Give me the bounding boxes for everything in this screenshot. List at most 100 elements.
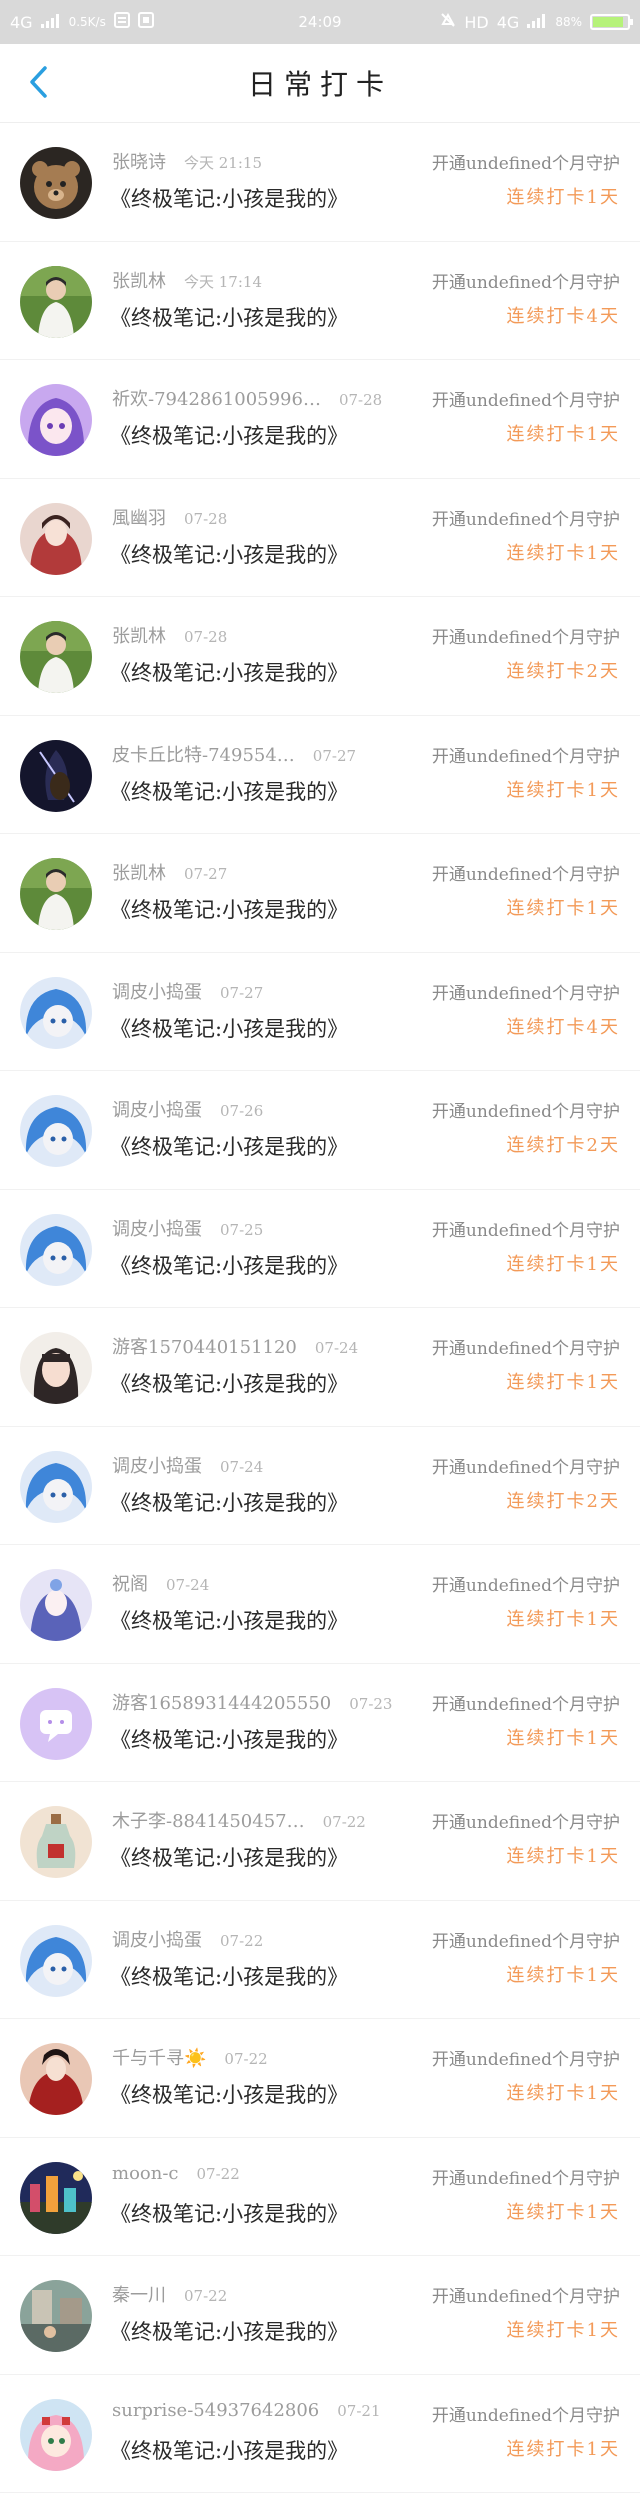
battery-icon — [590, 14, 633, 30]
list-item[interactable]: 张晓诗 今天 21:15 《终极笔记:小孩是我的》 开通undefined个月守护 连续… — [0, 123, 640, 242]
list-item[interactable]: 千与千寻☀️ 07-22 《终极笔记:小孩是我的》 开通undefined个月守护 连续… — [0, 2019, 640, 2138]
user-name[interactable]: 祈欢-7942861005996… — [112, 385, 321, 411]
streak-label: 连续打卡1天 — [506, 1253, 620, 1275]
list-item[interactable]: 祈欢-7942861005996… 07-28 《终极笔记:小孩是我的》 开通unde… — [0, 360, 640, 479]
user-meta: 调皮小捣蛋 07-22 — [112, 1926, 263, 1952]
streak-label: 连续打卡1天 — [506, 542, 620, 564]
checkin-time: 07-21 — [337, 2401, 381, 2420]
book-title: 《终极笔记:小孩是我的》 — [110, 1372, 349, 1396]
avatar[interactable] — [20, 1924, 92, 1997]
user-name[interactable]: 张晓诗 — [112, 148, 166, 174]
avatar[interactable] — [20, 2398, 92, 2471]
list-item[interactable]: 游客1570440151120 07-24 《终极笔记:小孩是我的》 开通undefi… — [0, 1308, 640, 1427]
user-name[interactable]: 调皮小捣蛋 — [112, 978, 202, 1004]
checkin-list: 张晓诗 今天 21:15 《终极笔记:小孩是我的》 开通undefined个月守护 连续… — [0, 123, 640, 2493]
book-title: 《终极笔记:小孩是我的》 — [110, 1609, 349, 1633]
checkin-time: 07-23 — [349, 1694, 393, 1713]
user-name[interactable]: 皮卡丘比特-749554… — [112, 741, 295, 767]
user-name[interactable]: 调皮小捣蛋 — [112, 1926, 202, 1952]
guard-label: 开通undefined个月守护 — [431, 2405, 620, 2426]
checkin-time: 07-24 — [166, 1576, 210, 1594]
streak-label: 连续打卡2天 — [506, 661, 620, 682]
checkin-time: 07-27 — [184, 865, 228, 883]
user-name[interactable]: 张凯林 — [112, 622, 166, 648]
list-item[interactable]: 風幽羽 07-28 《终极笔记:小孩是我的》 开通undefined个月守护 连续打卡1… — [0, 479, 640, 597]
avatar[interactable] — [20, 858, 92, 930]
avatar[interactable] — [20, 1095, 92, 1167]
guard-label: 开通undefined个月守护 — [431, 272, 620, 293]
avatar[interactable] — [20, 2161, 92, 2234]
list-item[interactable]: 调皮小捣蛋 07-25 《终极笔记:小孩是我的》 开通undefined个月守护 连续打… — [0, 1190, 640, 1308]
checkin-time: 07-28 — [184, 628, 228, 646]
streak-label: 连续打卡1天 — [506, 1609, 620, 1630]
list-item[interactable]: 张凯林 07-28 《终极笔记:小孩是我的》 开通undefined个月守护 连续打卡2… — [0, 597, 640, 716]
streak-label: 连续打卡1天 — [506, 898, 620, 919]
list-item[interactable]: moon-c 07-22 《终极笔记:小孩是我的》 开通undefined个月守护 连续… — [0, 2138, 640, 2256]
list-item[interactable]: 张凯林 07-27 《终极笔记:小孩是我的》 开通undefined个月守护 连续打卡1… — [0, 834, 640, 953]
user-name[interactable]: 张凯林 — [112, 859, 166, 885]
list-item[interactable]: 调皮小捣蛋 07-26 《终极笔记:小孩是我的》 开通undefined个月守护 连续打… — [0, 1071, 640, 1190]
list-item[interactable]: 祝阁 07-24 《终极笔记:小孩是我的》 开通undefined个月守护 连续打卡1天 — [0, 1545, 640, 1664]
streak-label: 连续打卡1天 — [506, 2201, 620, 2223]
streak-label: 连续打卡1天 — [506, 1372, 620, 1393]
list-item[interactable]: 调皮小捣蛋 07-27 《终极笔记:小孩是我的》 开通undefined个月守护 连续打… — [0, 953, 640, 1071]
list-item[interactable]: 秦一川 07-22 《终极笔记:小孩是我的》 开通undefined个月守护 连续打卡1… — [0, 2256, 640, 2375]
avatar[interactable] — [20, 621, 92, 693]
avatar[interactable] — [20, 1450, 92, 1523]
avatar[interactable] — [20, 1569, 92, 1641]
user-name[interactable]: moon-c — [112, 2163, 179, 2184]
checkin-time: 07-26 — [220, 1102, 264, 1120]
page-title: 日常打卡 — [247, 68, 392, 101]
streak-label: 连续打卡1天 — [506, 1727, 620, 1749]
user-name[interactable]: 木子李-8841450457… — [112, 1807, 305, 1833]
avatar[interactable] — [20, 739, 92, 812]
streak-label: 连续打卡1天 — [506, 1964, 620, 1986]
avatar[interactable] — [20, 1687, 92, 1760]
user-name[interactable]: 调皮小捣蛋 — [112, 1096, 202, 1122]
avatar[interactable] — [20, 2280, 92, 2352]
user-meta: 调皮小捣蛋 07-24 — [112, 1452, 263, 1478]
avatar[interactable] — [20, 1806, 92, 1878]
back-button[interactable] — [18, 62, 58, 102]
user-meta: 调皮小捣蛋 07-25 — [112, 1215, 263, 1241]
avatar[interactable] — [20, 2043, 92, 2115]
mute-icon — [440, 12, 456, 32]
list-item[interactable]: 游客1658931444205550 07-23 《终极笔记:小孩是我的》 开通und… — [0, 1664, 640, 1782]
network-indicator-2: 4G — [496, 12, 520, 32]
avatar[interactable] — [20, 265, 92, 338]
streak-label: 连续打卡1天 — [506, 2083, 620, 2104]
list-item[interactable]: 调皮小捣蛋 07-22 《终极笔记:小孩是我的》 开通undefined个月守护 连续打… — [0, 1901, 640, 2019]
avatar[interactable] — [20, 384, 92, 456]
user-meta: 秦一川 07-22 — [112, 2281, 227, 2307]
guard-label: 开通undefined个月守护 — [431, 1339, 620, 1359]
book-title: 《终极笔记:小孩是我的》 — [110, 1964, 349, 1989]
back-arrow-icon — [30, 66, 47, 98]
user-name[interactable]: 游客1658931444205550 — [112, 1689, 331, 1715]
user-name[interactable]: surprise-54937642806 — [112, 2400, 319, 2421]
list-item[interactable]: 木子李-8841450457… 07-22 《终极笔记:小孩是我的》 开通undefi… — [0, 1782, 640, 1901]
avatar[interactable] — [20, 1332, 92, 1404]
user-name[interactable]: 张凯林 — [112, 267, 166, 293]
list-item[interactable]: surprise-54937642806 07-21 《终极笔记:小孩是我的》 开通u… — [0, 2375, 640, 2493]
list-item[interactable]: 张凯林 今天 17:14 《终极笔记:小孩是我的》 开通undefined个月守护 连续… — [0, 242, 640, 360]
avatar[interactable] — [20, 1213, 92, 1286]
list-item[interactable]: 调皮小捣蛋 07-24 《终极笔记:小孩是我的》 开通undefined个月守护 连续打… — [0, 1427, 640, 1545]
checkin-time: 07-27 — [312, 746, 357, 765]
user-name[interactable]: 游客1570440151120 — [112, 1333, 297, 1359]
user-name[interactable]: 祝阁 — [112, 1570, 148, 1596]
avatar[interactable] — [20, 976, 92, 1049]
avatar[interactable] — [20, 502, 92, 575]
avatar[interactable] — [20, 147, 92, 219]
user-name[interactable]: 秦一川 — [112, 2281, 166, 2307]
battery-fill — [593, 17, 623, 27]
book-title: 《终极笔记:小孩是我的》 — [110, 424, 349, 448]
user-name[interactable]: 调皮小捣蛋 — [112, 1215, 202, 1241]
user-name[interactable]: 调皮小捣蛋 — [112, 1452, 202, 1478]
checkin-time: 07-22 — [196, 2164, 240, 2183]
user-name[interactable]: 千与千寻☀️ — [112, 2044, 206, 2070]
streak-label: 连续打卡1天 — [506, 779, 620, 801]
book-title: 《终极笔记:小孩是我的》 — [110, 2320, 349, 2344]
user-name[interactable]: 風幽羽 — [112, 504, 166, 530]
user-meta: 木子李-8841450457… 07-22 — [112, 1807, 366, 1833]
list-item[interactable]: 皮卡丘比特-749554… 07-27 《终极笔记:小孩是我的》 开通undefine… — [0, 716, 640, 834]
